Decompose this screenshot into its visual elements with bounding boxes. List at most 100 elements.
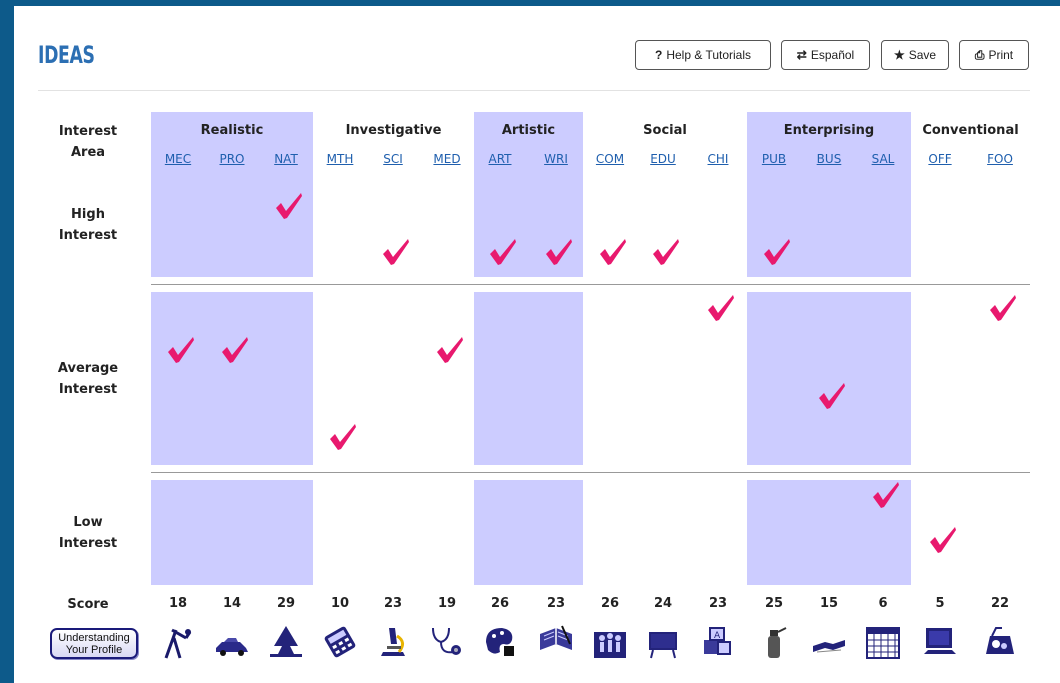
scale-link-pub[interactable]: PUB [754, 152, 794, 166]
band-artistic-low [474, 480, 583, 585]
score-com: 26 [600, 596, 620, 611]
microscope-icon[interactable] [375, 624, 411, 660]
score-sal: 6 [878, 596, 888, 611]
palette-icon[interactable] [482, 624, 518, 660]
average-low-divider [151, 472, 1030, 473]
area-investigative: Investigative [345, 123, 442, 138]
car-icon[interactable] [214, 624, 250, 660]
swap-icon: ⇄ [796, 48, 807, 62]
print-label: Print [988, 48, 1014, 62]
scale-link-pro[interactable]: PRO [212, 152, 252, 166]
checkmark-icon [488, 237, 518, 267]
espanol-label: Español [810, 48, 855, 62]
scale-link-med[interactable]: MED [427, 152, 467, 166]
low-interest-label-line1: Low [73, 515, 103, 530]
scale-link-nat[interactable]: NAT [266, 152, 306, 166]
scale-link-chi[interactable]: CHI [698, 152, 738, 166]
understanding-your-profile-button[interactable]: Understanding Your Profile [50, 628, 138, 659]
scale-link-sci[interactable]: SCI [373, 152, 413, 166]
star-icon: ★ [893, 48, 905, 62]
low-interest-label-line2: Interest [58, 536, 118, 551]
low-interest-label: Low Interest [38, 512, 138, 554]
high-interest-label-line2: Interest [58, 228, 118, 243]
checkmark-icon [381, 237, 411, 267]
area-social: Social [643, 123, 687, 138]
handshake-icon[interactable] [811, 624, 847, 660]
checkmark-icon [762, 237, 792, 267]
stethoscope-icon[interactable] [429, 624, 465, 660]
question-icon: ? [654, 48, 663, 62]
checkmark-icon [166, 335, 196, 365]
scale-link-edu[interactable]: EDU [643, 152, 683, 166]
band-realistic-average [151, 292, 313, 465]
calendar-icon[interactable] [865, 624, 901, 660]
blocks-icon[interactable]: A [700, 624, 736, 660]
checkmark-icon [651, 237, 681, 267]
area-realistic: Realistic [200, 123, 264, 138]
checkmark-icon [328, 422, 358, 452]
score-pro: 14 [222, 596, 242, 611]
checkmark-icon [274, 191, 304, 221]
checkmark-icon [220, 335, 250, 365]
score-mth: 10 [330, 596, 350, 611]
score-wri: 23 [546, 596, 566, 611]
scale-link-foo[interactable]: FOO [980, 152, 1020, 166]
scale-link-wri[interactable]: WRI [536, 152, 576, 166]
area-enterprising: Enterprising [783, 123, 875, 138]
chalkboard-icon[interactable] [645, 624, 681, 660]
checkmark-icon [544, 237, 574, 267]
svg-text:A: A [714, 631, 721, 641]
area-artistic: Artistic [501, 123, 556, 138]
score-label: Score [67, 597, 109, 612]
checkmark-icon [988, 293, 1018, 323]
scale-link-sal[interactable]: SAL [863, 152, 903, 166]
book-icon[interactable] [538, 624, 574, 660]
score-sci: 23 [383, 596, 403, 611]
page-title: IDEAS [38, 41, 95, 69]
scale-link-com[interactable]: COM [590, 152, 630, 166]
area-conventional: Conventional [922, 123, 1019, 138]
community-icon[interactable] [592, 624, 628, 660]
print-button[interactable]: ⎙ Print [959, 40, 1029, 70]
fire-extinguisher-icon[interactable] [756, 624, 792, 660]
save-button[interactable]: ★ Save [881, 40, 949, 70]
calculator-icon[interactable] [322, 624, 358, 660]
average-interest-label-line1: Average [57, 361, 119, 376]
score-art: 26 [490, 596, 510, 611]
band-enterprising-average [747, 292, 911, 465]
help-tutorials-label: Help & Tutorials [666, 48, 752, 62]
tools-icon[interactable] [160, 624, 196, 660]
average-interest-label-line2: Interest [58, 382, 118, 397]
score-mec: 18 [168, 596, 188, 611]
scale-link-bus[interactable]: BUS [809, 152, 849, 166]
scale-link-off[interactable]: OFF [920, 152, 960, 166]
scale-link-mec[interactable]: MEC [158, 152, 198, 166]
score-chi: 23 [708, 596, 728, 611]
score-med: 19 [437, 596, 457, 611]
understanding-label-line1: Understanding [58, 632, 130, 644]
food-icon[interactable] [982, 624, 1018, 660]
scale-link-mth[interactable]: MTH [320, 152, 360, 166]
score-bus: 15 [819, 596, 839, 611]
band-realistic-low [151, 480, 313, 585]
score-off: 5 [935, 596, 945, 611]
score-nat: 29 [276, 596, 296, 611]
interest-area-label-line2: Area [70, 145, 106, 160]
tree-icon[interactable] [268, 624, 304, 660]
checkmark-icon [435, 335, 465, 365]
understanding-label-line2: Your Profile [65, 644, 123, 656]
printer-icon: ⎙ [974, 47, 985, 62]
scale-link-art[interactable]: ART [480, 152, 520, 166]
score-edu: 24 [653, 596, 673, 611]
band-artistic-average [474, 292, 583, 465]
espanol-button[interactable]: ⇄ Español [781, 40, 870, 70]
checkmark-icon [598, 237, 628, 267]
checkmark-icon [928, 525, 958, 555]
help-tutorials-button[interactable]: ? Help & Tutorials [635, 40, 771, 70]
checkmark-icon [817, 381, 847, 411]
score-pub: 25 [764, 596, 784, 611]
high-average-divider [151, 284, 1030, 285]
score-foo: 22 [990, 596, 1010, 611]
computer-icon[interactable] [922, 624, 958, 660]
checkmark-icon [871, 480, 901, 510]
